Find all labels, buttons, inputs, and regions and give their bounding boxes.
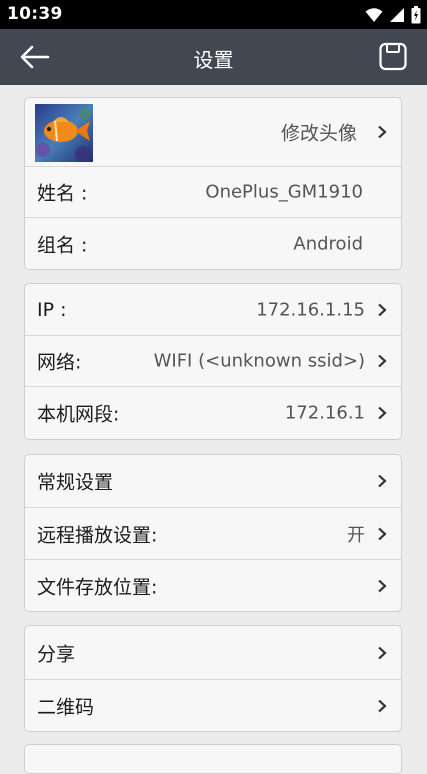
- storage-location-row[interactable]: 文件存放位置:: [25, 560, 401, 611]
- chevron-right-icon: [378, 474, 387, 488]
- network-label: 网络:: [37, 351, 82, 374]
- chevron-right-icon: [378, 125, 387, 139]
- avatar: [35, 104, 93, 162]
- save-icon[interactable]: [379, 42, 407, 72]
- chevron-right-icon: [378, 579, 387, 592]
- remote-play-label: 远程播放设置:: [37, 524, 158, 546]
- signal-icon: [390, 8, 404, 22]
- network-row[interactable]: 网络: WIFI (<unknown ssid>): [25, 336, 401, 387]
- name-label: 姓名 :: [37, 182, 88, 205]
- chevron-right-icon: [378, 303, 387, 316]
- network-card: IP : 172.16.1.15 网络: WIFI (<unknown ssid…: [24, 283, 402, 440]
- network-value: WIFI (<unknown ssid>): [153, 350, 365, 372]
- general-settings-label: 常规设置: [37, 471, 114, 494]
- ip-value: 172.16.1.15: [256, 299, 365, 320]
- wifi-icon: [365, 8, 383, 22]
- status-time: 10:39: [7, 4, 63, 24]
- general-settings-row[interactable]: 常规设置: [25, 455, 401, 508]
- battery-icon: [411, 6, 421, 24]
- edit-avatar-label: 修改头像: [280, 122, 357, 145]
- group-value: Android: [293, 233, 363, 254]
- chevron-right-icon: [378, 354, 387, 368]
- share-label: 分享: [37, 643, 76, 665]
- status-icons: [365, 5, 421, 25]
- remote-play-value: 开: [347, 524, 365, 546]
- edit-avatar-row[interactable]: 修改头像: [25, 98, 401, 167]
- chevron-right-icon: [378, 699, 387, 712]
- chevron-right-icon: [378, 646, 387, 659]
- ip-row[interactable]: IP : 172.16.1.15: [25, 284, 401, 336]
- share-card: 分享 二维码: [24, 625, 402, 732]
- segment-row[interactable]: 本机网段: 172.16.1: [25, 387, 401, 439]
- status-bar: 10:39: [0, 0, 427, 29]
- chevron-right-icon: [378, 527, 387, 540]
- segment-value: 172.16.1: [284, 402, 365, 424]
- group-row[interactable]: 组名 : Android: [25, 218, 401, 269]
- storage-location-label: 文件存放位置:: [37, 576, 158, 598]
- profile-card: 修改头像 姓名 : OnePlus_GM1910 组名 : Android: [24, 97, 402, 270]
- name-row[interactable]: 姓名 : OnePlus_GM1910: [25, 167, 401, 218]
- group-label: 组名 :: [37, 234, 88, 256]
- next-card: [24, 744, 402, 774]
- chevron-right-icon: [378, 406, 387, 420]
- settings-card: 常规设置 远程播放设置: 开 文件存放位置:: [24, 454, 402, 612]
- remote-play-row[interactable]: 远程播放设置: 开: [25, 508, 401, 560]
- app-bar: 设置: [0, 29, 427, 85]
- name-value: OnePlus_GM1910: [205, 181, 363, 203]
- page-title: 设置: [193, 48, 234, 72]
- qrcode-label: 二维码: [37, 696, 95, 718]
- ip-label: IP :: [37, 298, 67, 321]
- segment-label: 本机网段:: [37, 403, 120, 426]
- share-row[interactable]: 分享: [25, 626, 401, 680]
- qrcode-row[interactable]: 二维码: [25, 680, 401, 731]
